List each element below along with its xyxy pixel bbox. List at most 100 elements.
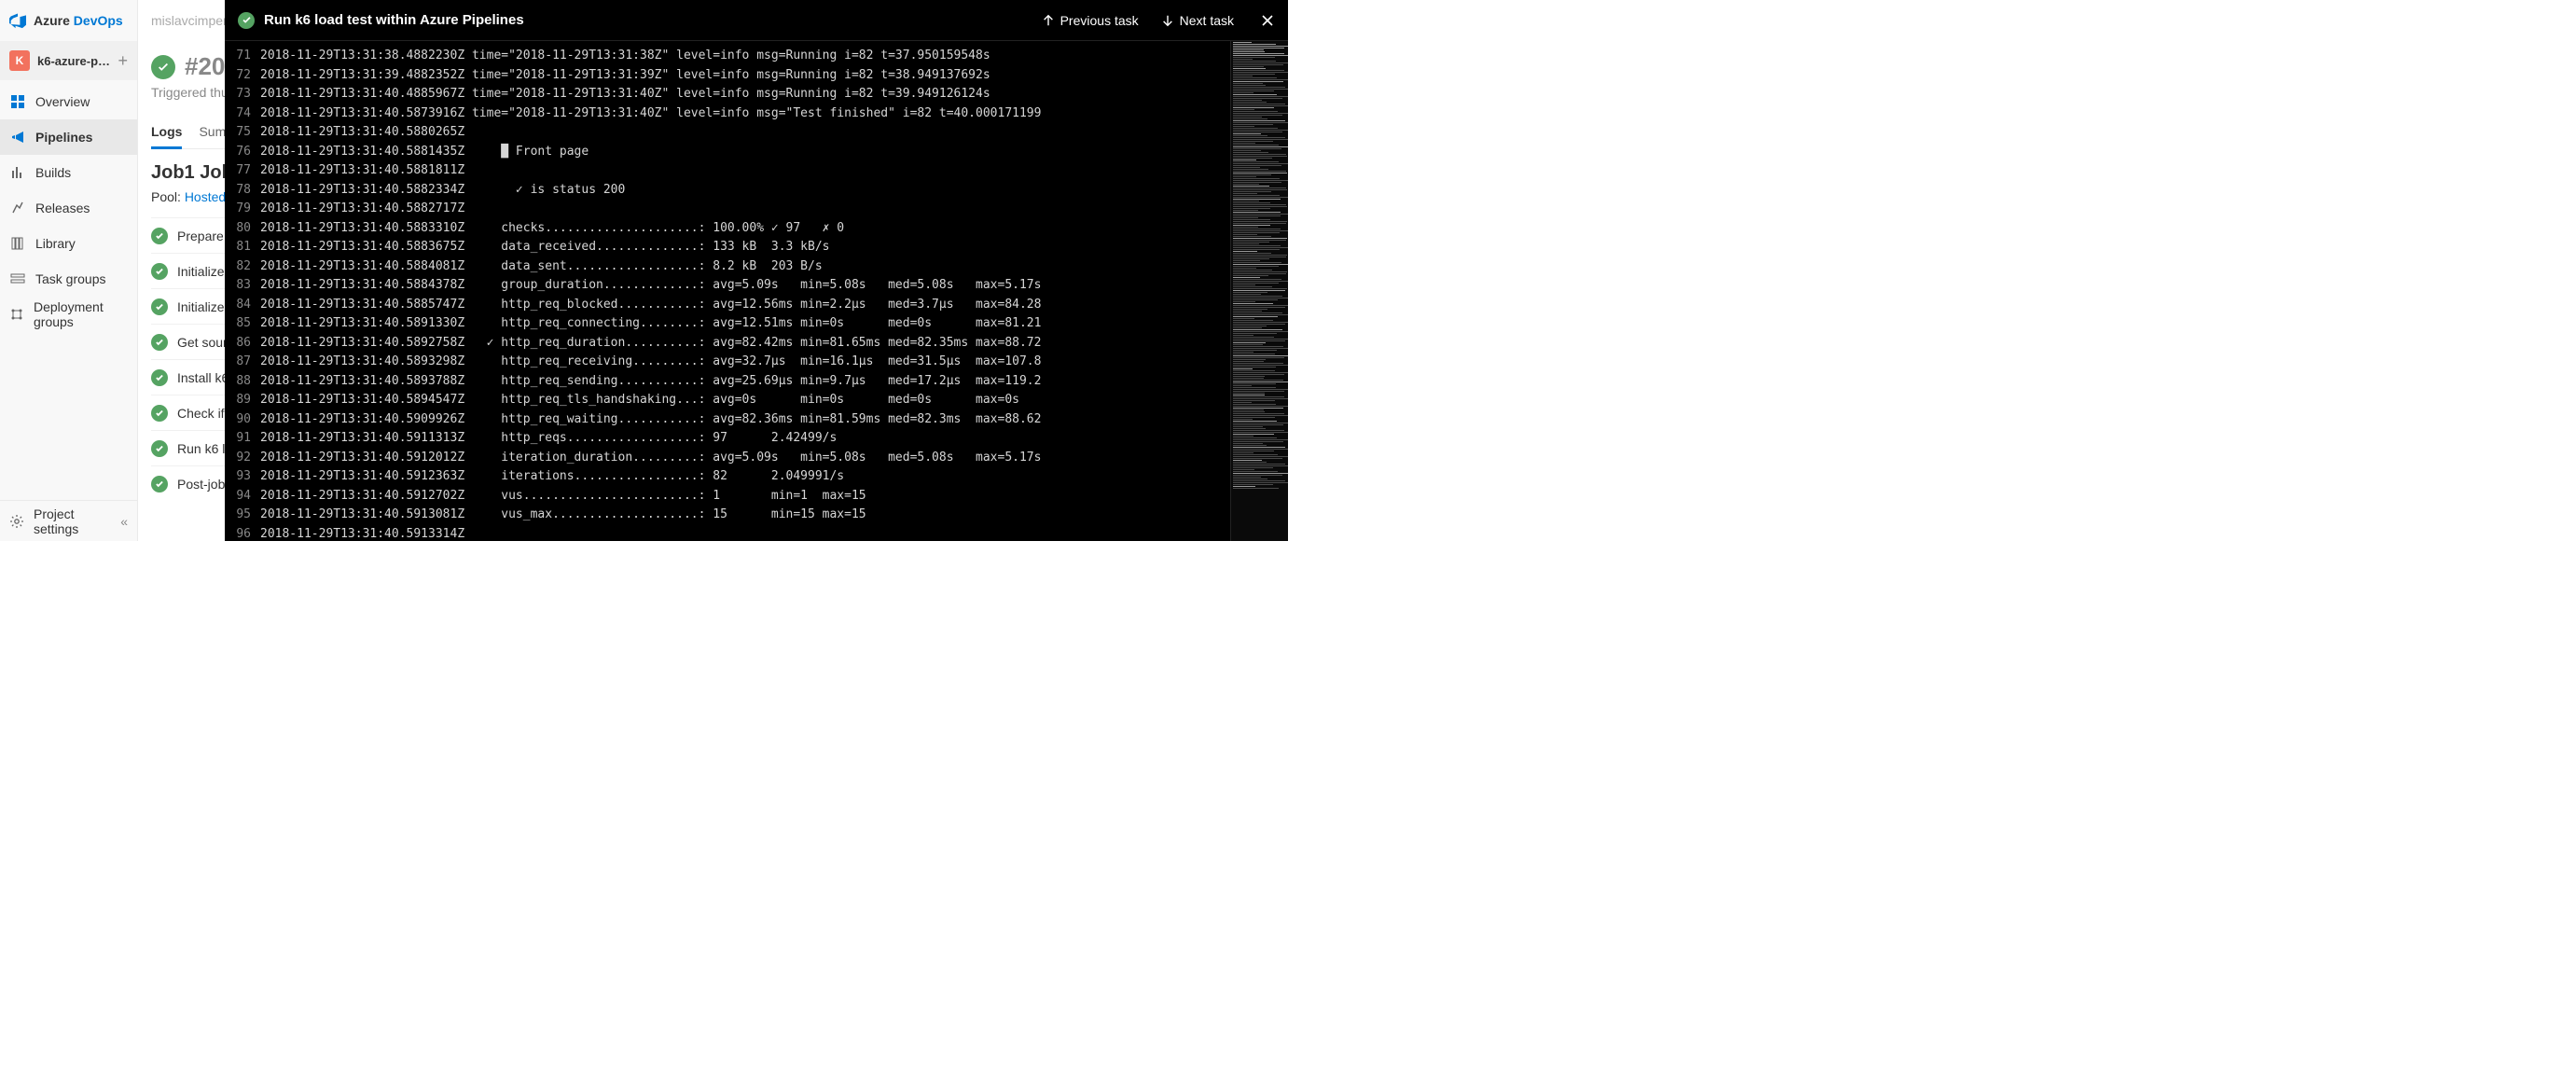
- overlay-title: Run k6 load test within Azure Pipelines: [264, 12, 1019, 28]
- sidebar: Azure DevOps K k6-azure-pipelines-e... +…: [0, 0, 138, 541]
- log-content[interactable]: 712018-11-29T13:31:38.4882230Z time="201…: [225, 41, 1230, 541]
- log-line: 782018-11-29T13:31:40.5882334Z ✓ is stat…: [229, 181, 1230, 201]
- gear-icon: [9, 513, 24, 530]
- log-line: 812018-11-29T13:31:40.5883675Z data_rece…: [229, 238, 1230, 257]
- success-icon: [151, 55, 175, 79]
- log-overlay: Run k6 load test within Azure Pipelines …: [225, 0, 1288, 541]
- line-text: 2018-11-29T13:31:40.5912363Z iterations.…: [260, 467, 1230, 487]
- line-number: 84: [229, 296, 260, 315]
- line-text: 2018-11-29T13:31:40.5880265Z: [260, 123, 1230, 143]
- line-number: 94: [229, 487, 260, 506]
- line-text: 2018-11-29T13:31:40.5909926Z http_req_wa…: [260, 410, 1230, 430]
- sidebar-item-library[interactable]: Library: [0, 226, 137, 261]
- sidebar-item-label: Pipelines: [35, 130, 92, 145]
- line-number: 91: [229, 429, 260, 449]
- log-line: 842018-11-29T13:31:40.5885747Z http_req_…: [229, 296, 1230, 315]
- log-line: 742018-11-29T13:31:40.5873916Z time="201…: [229, 104, 1230, 124]
- line-text: 2018-11-29T13:31:40.5913314Z: [260, 525, 1230, 542]
- success-icon: [151, 369, 168, 386]
- line-number: 88: [229, 372, 260, 392]
- line-text: 2018-11-29T13:31:40.5894547Z http_req_tl…: [260, 391, 1230, 410]
- next-task-button[interactable]: Next task: [1161, 13, 1234, 28]
- log-line: 872018-11-29T13:31:40.5893298Z http_req_…: [229, 353, 1230, 372]
- sidebar-item-label: Library: [35, 236, 76, 251]
- azure-devops-icon: [9, 12, 26, 29]
- sidebar-item-label: Task groups: [35, 271, 105, 286]
- line-text: 2018-11-29T13:31:40.5913081Z vus_max....…: [260, 506, 1230, 525]
- line-text: 2018-11-29T13:31:40.5881811Z: [260, 161, 1230, 181]
- log-line: 822018-11-29T13:31:40.5884081Z data_sent…: [229, 257, 1230, 277]
- line-text: 2018-11-29T13:31:40.5882334Z ✓ is status…: [260, 181, 1230, 201]
- sidebar-item-builds[interactable]: Builds: [0, 155, 137, 190]
- line-number: 76: [229, 143, 260, 162]
- line-number: 82: [229, 257, 260, 277]
- line-number: 75: [229, 123, 260, 143]
- line-text: 2018-11-29T13:31:40.5912702Z vus........…: [260, 487, 1230, 506]
- line-number: 79: [229, 200, 260, 219]
- line-text: 2018-11-29T13:31:40.5911313Z http_reqs..…: [260, 429, 1230, 449]
- line-text: 2018-11-29T13:31:40.5912012Z iteration_d…: [260, 449, 1230, 468]
- line-text: 2018-11-29T13:31:40.5883675Z data_receiv…: [260, 238, 1230, 257]
- previous-task-button[interactable]: Previous task: [1042, 13, 1139, 28]
- project-settings-label: Project settings: [34, 506, 111, 536]
- brand-text: Azure DevOps: [34, 13, 123, 28]
- releases-icon: [9, 200, 26, 216]
- sidebar-item-task-groups[interactable]: Task groups: [0, 261, 137, 297]
- minimap[interactable]: [1230, 41, 1288, 541]
- line-number: 74: [229, 104, 260, 124]
- log-line: 752018-11-29T13:31:40.5880265Z: [229, 123, 1230, 143]
- tab-logs[interactable]: Logs: [151, 117, 182, 149]
- line-text: 2018-11-29T13:31:40.5893788Z http_req_se…: [260, 372, 1230, 392]
- sidebar-item-releases[interactable]: Releases: [0, 190, 137, 226]
- success-icon: [151, 405, 168, 422]
- task-groups-icon: [9, 270, 26, 287]
- line-number: 87: [229, 353, 260, 372]
- line-number: 85: [229, 314, 260, 334]
- line-number: 93: [229, 467, 260, 487]
- line-number: 78: [229, 181, 260, 201]
- line-number: 81: [229, 238, 260, 257]
- overview-icon: [9, 93, 26, 110]
- line-number: 83: [229, 276, 260, 296]
- log-line: 922018-11-29T13:31:40.5912012Z iteration…: [229, 449, 1230, 468]
- sidebar-item-pipelines[interactable]: Pipelines: [0, 119, 137, 155]
- sidebar-item-label: Builds: [35, 165, 71, 180]
- brand[interactable]: Azure DevOps: [0, 0, 137, 41]
- library-icon: [9, 235, 26, 252]
- arrow-down-icon: [1161, 14, 1174, 27]
- log-line: 832018-11-29T13:31:40.5884378Z group_dur…: [229, 276, 1230, 296]
- line-number: 89: [229, 391, 260, 410]
- project-name: k6-azure-pipelines-e...: [37, 54, 110, 68]
- line-number: 90: [229, 410, 260, 430]
- line-number: 96: [229, 525, 260, 542]
- log-line: 962018-11-29T13:31:40.5913314Z: [229, 525, 1230, 542]
- line-text: 2018-11-29T13:31:40.5873916Z time="2018-…: [260, 104, 1230, 124]
- plus-icon[interactable]: +: [118, 51, 128, 71]
- success-icon: [238, 12, 255, 29]
- line-text: 2018-11-29T13:31:40.4885967Z time="2018-…: [260, 85, 1230, 104]
- sidebar-item-label: Deployment groups: [34, 299, 128, 329]
- sidebar-item-deployment-groups[interactable]: Deployment groups: [0, 297, 137, 332]
- line-number: 80: [229, 219, 260, 239]
- overlay-header: Run k6 load test within Azure Pipelines …: [225, 0, 1288, 41]
- collapse-icon[interactable]: «: [120, 514, 128, 529]
- arrow-up-icon: [1042, 14, 1055, 27]
- success-icon: [151, 476, 168, 492]
- close-button[interactable]: [1260, 13, 1275, 28]
- project-picker[interactable]: K k6-azure-pipelines-e... +: [0, 41, 137, 80]
- line-number: 72: [229, 66, 260, 86]
- project-settings[interactable]: Project settings «: [0, 500, 137, 541]
- success-icon: [151, 334, 168, 351]
- success-icon: [151, 228, 168, 244]
- success-icon: [151, 263, 168, 280]
- line-number: 73: [229, 85, 260, 104]
- line-text: 2018-11-29T13:31:40.5881435Z █ Front pag…: [260, 143, 1230, 162]
- line-text: 2018-11-29T13:31:40.5884081Z data_sent..…: [260, 257, 1230, 277]
- line-text: 2018-11-29T13:31:40.5883310Z checks.....…: [260, 219, 1230, 239]
- log-line: 852018-11-29T13:31:40.5891330Z http_req_…: [229, 314, 1230, 334]
- log-line: 802018-11-29T13:31:40.5883310Z checks...…: [229, 219, 1230, 239]
- sidebar-item-overview[interactable]: Overview: [0, 84, 137, 119]
- line-text: 2018-11-29T13:31:40.5882717Z: [260, 200, 1230, 219]
- line-text: 2018-11-29T13:31:40.5892758Z ✓ http_req_…: [260, 334, 1230, 354]
- log-line: 932018-11-29T13:31:40.5912363Z iteration…: [229, 467, 1230, 487]
